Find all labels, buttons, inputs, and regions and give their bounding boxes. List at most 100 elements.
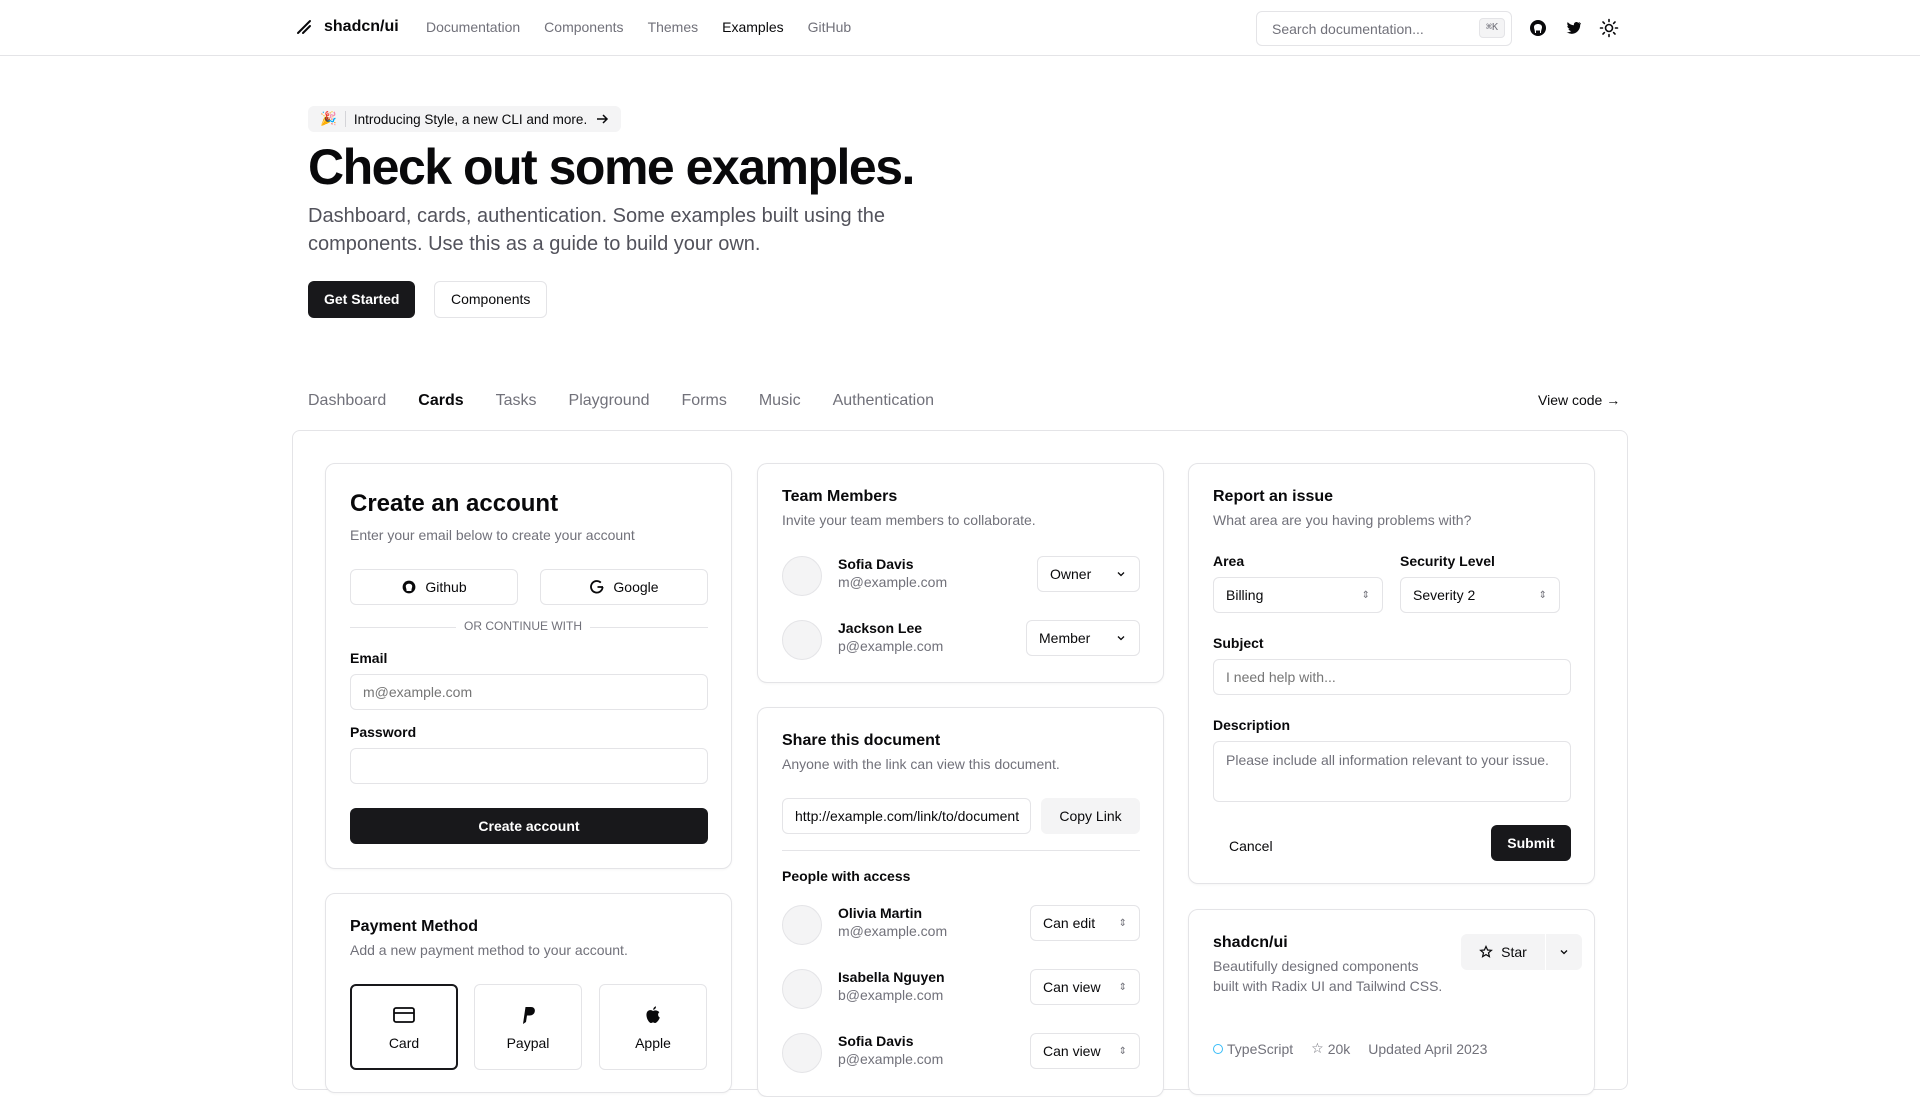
google-button-label: Google (613, 579, 659, 595)
nav-components[interactable]: Components (544, 19, 623, 35)
copy-link-button[interactable]: Copy Link (1041, 798, 1140, 834)
party-icon: 🎉 (320, 111, 337, 126)
language-dot-icon (1213, 1043, 1223, 1054)
tab-tasks[interactable]: Tasks (496, 392, 537, 410)
team-title: Team Members (782, 488, 898, 505)
tab-authentication[interactable]: Authentication (833, 392, 934, 410)
people-heading: People with access (782, 868, 911, 884)
brand-name: shadcn/ui (324, 18, 399, 35)
access-value: Can view (1043, 979, 1101, 995)
repo-language: TypeScript (1213, 1041, 1293, 1057)
payment-option-label: Paypal (506, 1035, 550, 1051)
get-started-button[interactable]: Get Started (308, 281, 416, 318)
description-label: Description (1213, 717, 1291, 733)
announcement-divider (344, 111, 346, 127)
share-document-card: Share this document Anyone with the link… (757, 707, 1164, 1097)
share-title: Share this document (782, 732, 941, 749)
brand-logo[interactable]: shadcn/ui (294, 17, 399, 37)
payment-option-apple[interactable]: Apple (599, 984, 707, 1070)
role-select-owner[interactable]: Owner (1037, 556, 1140, 592)
subject-field[interactable] (1213, 659, 1571, 695)
security-level-value: Severity 2 (1413, 587, 1476, 603)
person-name: Sofia Davis (838, 1033, 914, 1049)
tab-dashboard[interactable]: Dashboard (308, 392, 386, 410)
cancel-button[interactable]: Cancel (1229, 838, 1273, 854)
password-field[interactable] (350, 748, 708, 784)
access-select[interactable]: Can edit ⇕ (1030, 905, 1140, 941)
apple-icon (646, 1006, 660, 1023)
github-button-label: Github (425, 579, 467, 595)
avatar (782, 556, 822, 596)
repo-meta: TypeScript ☆ 20k Updated April 2023 (1213, 1040, 1487, 1057)
avatar (782, 969, 822, 1009)
role-select-member[interactable]: Member (1026, 620, 1140, 656)
page-title: Check out some examples. (308, 139, 915, 195)
submit-button[interactable]: Submit (1491, 825, 1571, 861)
github-icon (402, 580, 416, 594)
security-level-select[interactable]: Severity 2 ⇕ (1400, 577, 1560, 613)
chevron-down-icon (1117, 636, 1125, 641)
star-button-label: Star (1501, 944, 1527, 960)
star-button[interactable]: Star (1461, 934, 1545, 970)
payment-option-card[interactable]: Card (350, 984, 458, 1070)
github-button[interactable]: Github (350, 569, 518, 605)
chevron-up-down-icon: ⇕ (1361, 589, 1370, 601)
star-menu-button[interactable] (1546, 934, 1582, 970)
google-button[interactable]: Google (540, 569, 708, 605)
tab-forms[interactable]: Forms (682, 392, 727, 410)
nav-examples[interactable]: Examples (722, 19, 783, 35)
avatar (782, 620, 822, 660)
github-icon[interactable] (1528, 18, 1548, 38)
description-textarea[interactable]: Please include all information relevant … (1213, 741, 1571, 802)
star-icon (1479, 945, 1494, 958)
announcement-pill[interactable]: 🎉 Introducing Style, a new CLI and more. (308, 106, 622, 132)
create-account-title: Create an account (350, 490, 559, 517)
team-members-card: Team Members Invite your team members to… (757, 463, 1164, 683)
member-email: p@example.com (838, 638, 944, 654)
person-email: m@example.com (838, 923, 948, 939)
tab-cards[interactable]: Cards (418, 392, 463, 410)
repo-description: Beautifully designed components built wi… (1213, 958, 1443, 994)
arrow-right-icon: → (1606, 392, 1621, 408)
sun-icon[interactable] (1599, 18, 1619, 38)
create-account-description: Enter your email below to create your ac… (350, 527, 635, 543)
password-label: Password (350, 724, 417, 740)
team-description: Invite your team members to collaborate. (782, 512, 1036, 528)
person-name: Olivia Martin (838, 905, 923, 921)
tab-playground[interactable]: Playground (569, 392, 650, 410)
member-email: m@example.com (838, 574, 948, 590)
repository-card: shadcn/ui Beautifully designed component… (1188, 909, 1595, 1095)
area-label: Area (1213, 553, 1245, 569)
twitter-icon[interactable] (1563, 18, 1583, 38)
payment-option-label: Apple (635, 1035, 671, 1051)
search-placeholder: Search documentation... (1272, 21, 1424, 37)
share-link-input[interactable]: http://example.com/link/to/document (782, 798, 1031, 834)
person-email: p@example.com (838, 1051, 944, 1067)
star-icon: ☆ (1311, 1040, 1324, 1056)
member-name: Jackson Lee (838, 620, 923, 636)
create-account-button[interactable]: Create account (350, 808, 708, 844)
nav-documentation[interactable]: Documentation (426, 19, 520, 35)
access-select[interactable]: Can view ⇕ (1030, 1033, 1140, 1069)
view-code-link[interactable]: View code → (1538, 392, 1620, 408)
payment-option-paypal[interactable]: Paypal (474, 984, 582, 1070)
nav-themes[interactable]: Themes (648, 19, 699, 35)
divider-text: OR CONTINUE WITH (456, 619, 590, 633)
language-name: TypeScript (1227, 1040, 1294, 1057)
site-header: shadcn/ui Documentation Components Theme… (0, 0, 1920, 56)
email-field[interactable] (350, 674, 708, 710)
share-description: Anyone with the link can view this docum… (782, 756, 1060, 772)
search-input[interactable]: Search documentation... ⌘K (1256, 11, 1512, 46)
tab-music[interactable]: Music (759, 392, 801, 410)
separator (782, 850, 1140, 851)
area-select[interactable]: Billing ⇕ (1213, 577, 1383, 613)
chevron-up-down-icon: ⇕ (1538, 589, 1547, 601)
repo-name: shadcn/ui (1213, 934, 1288, 951)
nav-github[interactable]: GitHub (808, 19, 852, 35)
view-code-label: View code (1538, 392, 1603, 408)
components-button[interactable]: Components (434, 281, 548, 318)
access-select[interactable]: Can view ⇕ (1030, 969, 1140, 1005)
person-email: b@example.com (838, 987, 944, 1003)
chevron-up-down-icon: ⇕ (1118, 917, 1127, 929)
slash-logo-icon (297, 20, 311, 34)
